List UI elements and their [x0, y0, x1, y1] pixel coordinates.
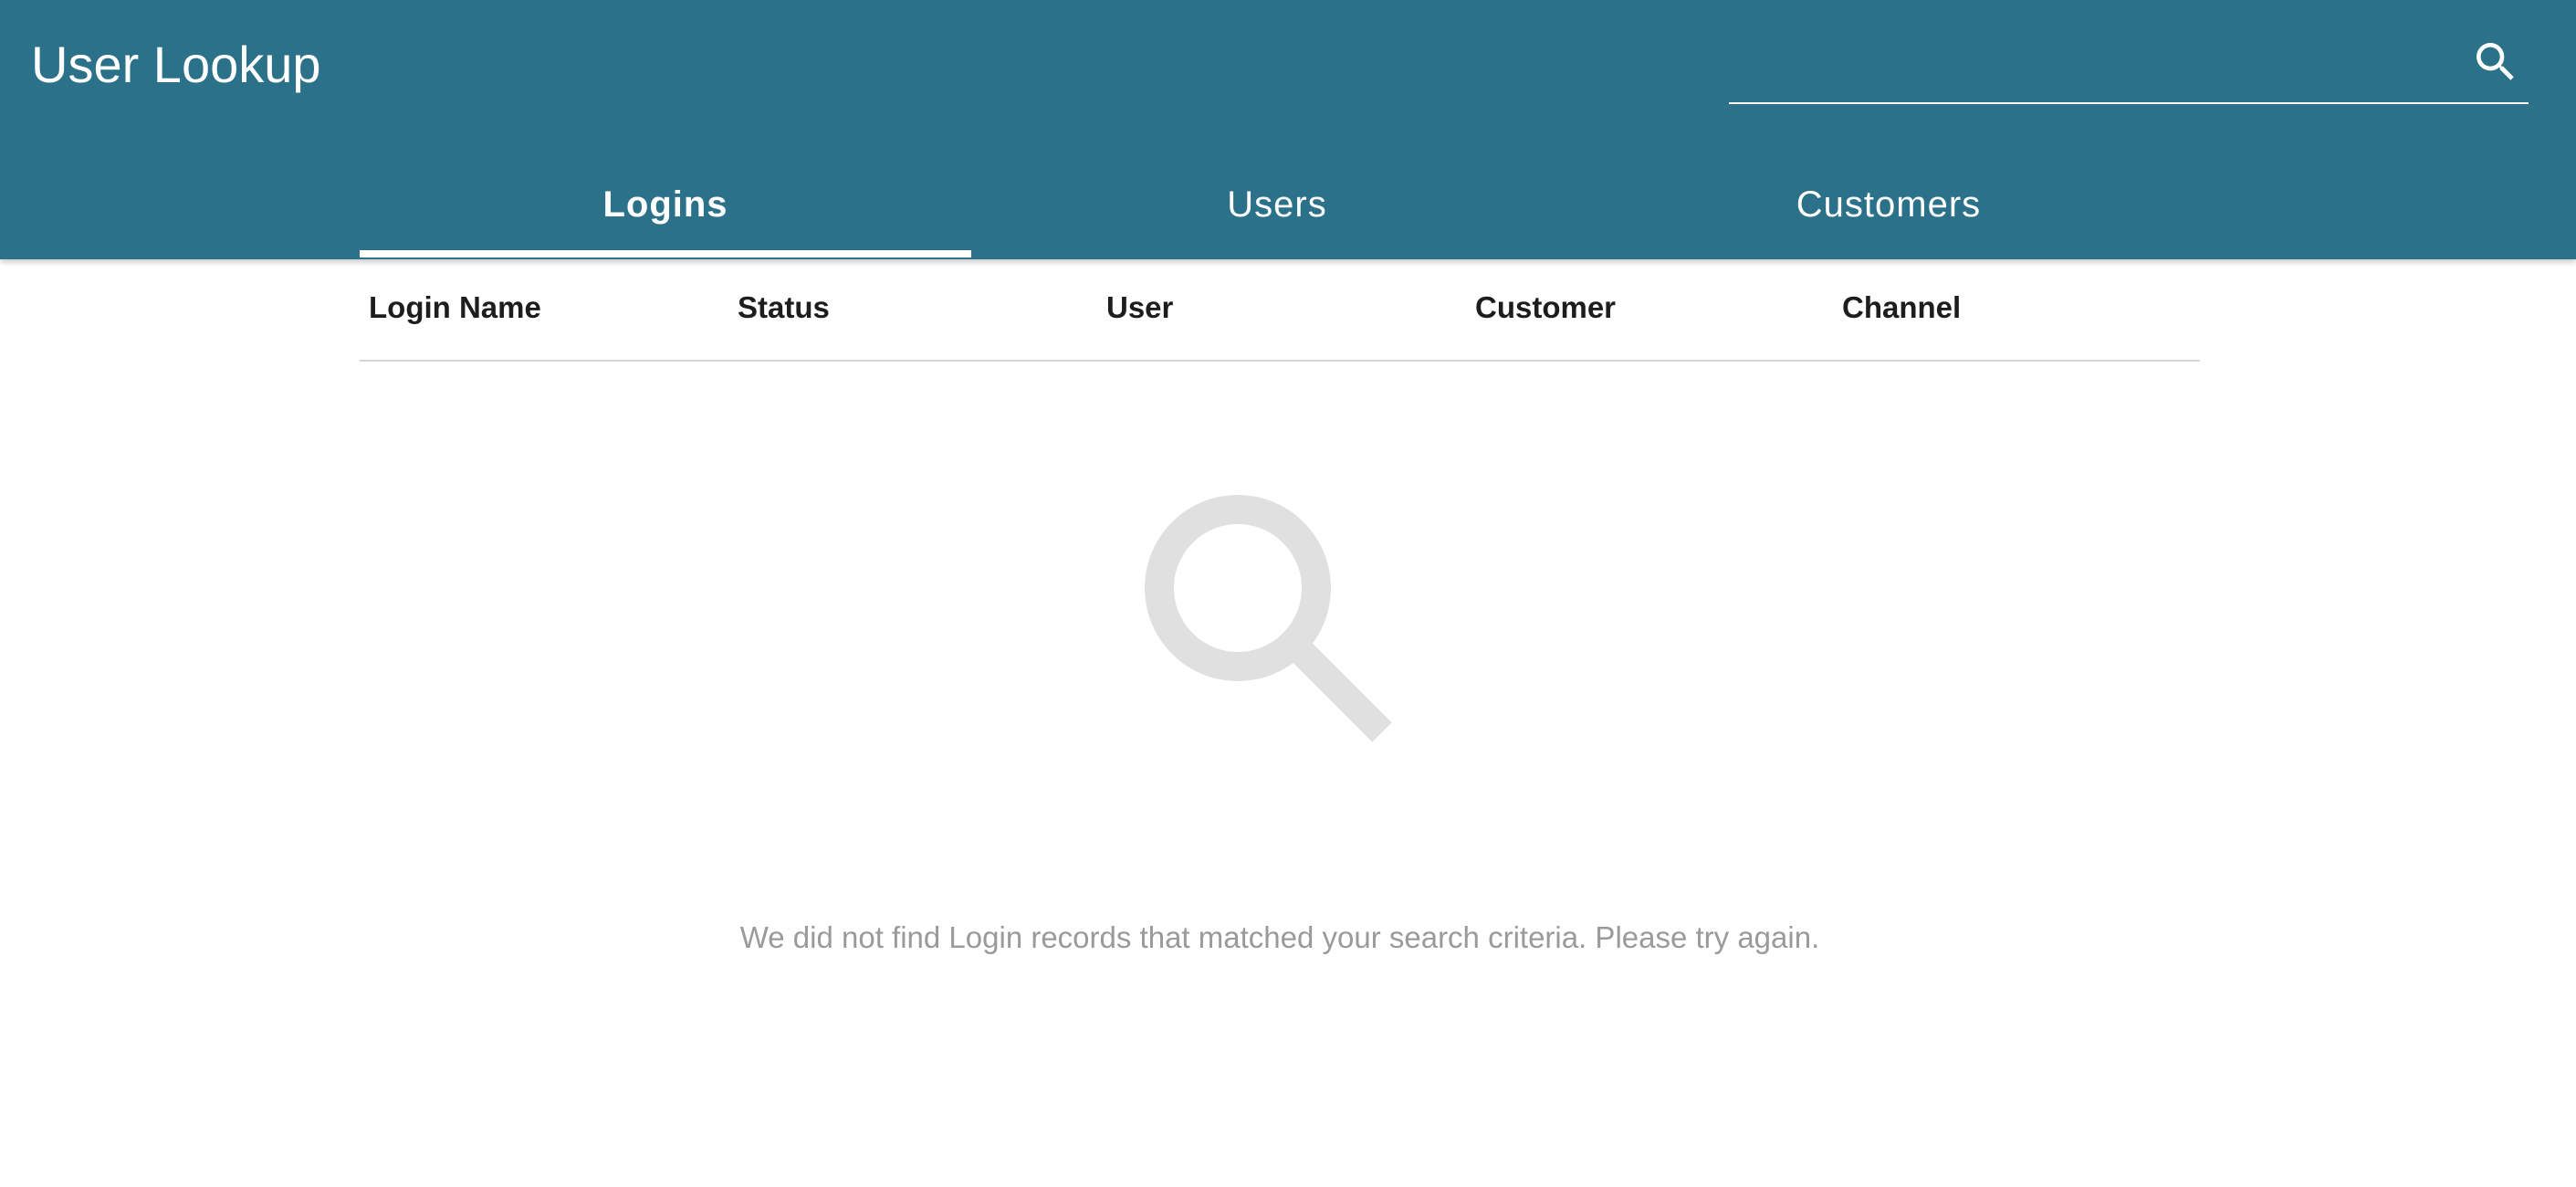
tab-logins[interactable]: Logins — [360, 155, 971, 259]
tab-label-users: Users — [1227, 184, 1327, 225]
tab-label-customers: Customers — [1796, 184, 1982, 225]
user-lookup-page: User Lookup Logins Users Customers Login… — [0, 0, 2576, 1187]
empty-state-message: We did not find Login records that match… — [739, 920, 1820, 954]
search-input[interactable] — [1729, 24, 2441, 100]
tab-label-logins: Logins — [602, 184, 728, 225]
column-header-status[interactable]: Status — [738, 290, 830, 325]
empty-state: We did not find Login records that match… — [360, 493, 2200, 986]
tab-users[interactable]: Users — [971, 155, 1583, 259]
column-header-customer[interactable]: Customer — [1475, 290, 1616, 325]
search-icon — [2477, 43, 2514, 80]
column-header-channel[interactable]: Channel — [1842, 290, 1961, 325]
empty-search-icon — [1145, 495, 1392, 742]
tab-customers[interactable]: Customers — [1583, 155, 2194, 259]
app-header: User Lookup Logins Users Customers — [0, 0, 2576, 259]
app-title: User Lookup — [31, 36, 321, 93]
column-header-login-name[interactable]: Login Name — [369, 290, 541, 325]
search-button[interactable] — [2463, 29, 2529, 95]
tab-bar: Logins Users Customers — [360, 155, 2194, 259]
search-box — [1729, 24, 2529, 104]
column-header-user[interactable]: User — [1106, 290, 1173, 325]
table-header: Login Name Status User Customer Channel — [360, 259, 2200, 362]
